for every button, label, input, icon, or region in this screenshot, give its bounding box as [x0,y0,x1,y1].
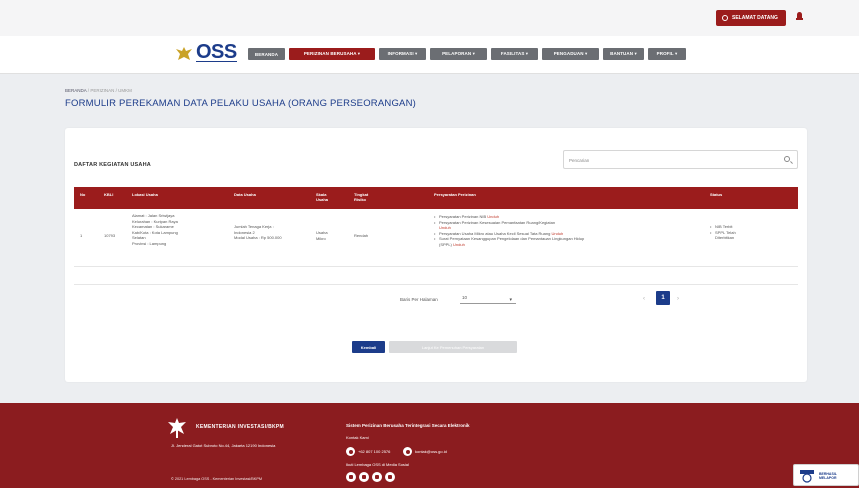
rows-per-page-select[interactable]: 10 ▾ [460,293,516,304]
breadcrumb: BERANDA / PERIZINAN / UMKM [65,88,132,93]
cell-no: 1 [80,233,83,238]
col-data-usaha: Data Usaha [234,192,256,197]
footer-heading: Sistem Perizinan Berusaha Terintegrasi S… [346,423,470,428]
col-risiko: Tingkat Risiko [354,192,369,202]
nav-beranda[interactable]: BERANDA [248,48,285,60]
footer-org-name: KEMENTERIAN INVESTASI/BKPM [196,424,284,430]
nav-bantuan[interactable]: BANTUAN ▾ [603,48,644,60]
table-empty-row [74,266,798,285]
list-item: Surat Pernyataan Kesanggupan Pengelolaan… [434,236,704,242]
pagination-prev-button[interactable]: ‹ [643,296,645,302]
rows-per-page-label: Baris Per Halaman [400,297,438,302]
nav-profil[interactable]: PROFIL ▾ [648,48,686,60]
garuda-logo-icon [176,47,192,60]
search-box [563,150,798,169]
badge-text: BERHASIL MELAPOR [819,472,837,480]
footer-address: Jl. Jenderal Gatot Subroto No.44, Jakart… [171,443,276,448]
search-icon[interactable] [784,156,790,162]
unduh-link[interactable]: Unduh [453,242,465,247]
ministry-logo-icon [168,418,186,438]
lapor-badge[interactable]: BERHASIL MELAPOR [793,464,859,486]
footer-social-label: Ikuti Lembaga OSS di Media Sosial [346,462,409,467]
footer: KEMENTERIAN INVESTASI/BKPM Jl. Jenderal … [0,403,859,488]
col-lokasi: Lokasi Usaha [132,192,158,197]
report-icon [800,470,814,483]
unduh-link[interactable]: Unduh [487,214,499,219]
section-title: DAFTAR KEGIATAN USAHA [74,162,151,168]
footer-phone[interactable]: +62 807 100 2576 [346,447,390,456]
table-row: 1 10793 Alamat : Jalan Sriwijaya Kelurah… [74,209,798,267]
youtube-icon[interactable] [385,472,395,482]
table-header: No KBLI Lokasi Usaha Data Usaha Skala Us… [74,187,798,209]
col-no: No [80,192,86,197]
cell-skala: Usaha Mikro [316,230,328,241]
chevron-down-icon: ▾ [509,297,512,303]
col-persyaratan: Persyaratan Perizinan [434,192,476,197]
user-menu-button[interactable]: SELAMAT DATANG [716,10,786,26]
kegiatan-usaha-table: No KBLI Lokasi Usaha Data Usaha Skala Us… [74,187,798,267]
page-title: FORMULIR PEREKAMAN DATA PELAKU USAHA (OR… [65,98,417,109]
list-item: Persyaratan Perizinan Kesesuaian Pemanfa… [434,220,704,226]
breadcrumb-home[interactable]: BERANDA [65,88,87,93]
nav-pengaduan[interactable]: PENGADUAN ▾ [542,48,599,60]
user-menu-label: SELAMAT DATANG [732,15,778,21]
list-item: SPPL Telah [710,230,790,236]
nav-perizinan-berusaha[interactable]: PERIZINAN BERUSAHA ▾ [289,48,375,60]
nav-pelaporan[interactable]: PELAPORAN ▾ [430,48,487,60]
instagram-icon[interactable] [372,472,382,482]
oss-logo[interactable]: OSS [196,41,237,64]
footer-email[interactable]: kontak@oss.go.id [403,447,447,456]
unduh-link[interactable]: Unduh [551,231,563,236]
phone-icon [346,447,355,456]
col-kbli: KBLI [104,192,114,197]
nav-informasi[interactable]: INFORMASI ▾ [379,48,426,60]
cell-risiko: Rendah [354,233,369,238]
email-icon [403,447,412,456]
bell-icon[interactable] [796,11,803,20]
main-navbar: OSS BERANDA PERIZINAN BERUSAHA ▾ INFORMA… [0,36,859,74]
cell-data-usaha: Jumlah Tenaga Kerja : Indonesia 2 Modal … [234,224,282,241]
col-status: Status [710,192,723,197]
col-skala: Skala Usaha [316,192,329,202]
cell-kbli: 10793 [104,233,116,238]
footer-copyright: © 2021 Lembaga OSS - Kementerian Investa… [171,477,263,481]
breadcrumb-current: UMKM [118,88,132,93]
facebook-icon[interactable] [346,472,356,482]
pagination-page-1[interactable]: 1 [656,291,670,305]
pagination-next-button[interactable]: › [677,296,679,302]
cell-persyaratan: Persyaratan Perizinan NIB Unduh Persyara… [434,214,704,248]
cell-lokasi: Alamat : Jalan Sriwijaya Kelurahan : Kur… [132,213,178,246]
next-requirements-button[interactable]: Lanjut Ke Pemenuhan Persyaratan [389,341,517,353]
top-bar: SELAMAT DATANG [0,0,859,36]
cell-status: NIB Terbit SPPL Telah Diterbitkan [710,224,790,241]
user-icon [722,15,728,21]
back-button[interactable]: Kembali [352,341,385,353]
twitter-icon[interactable] [359,472,369,482]
breadcrumb-perizinan[interactable]: PERIZINAN [90,88,114,93]
footer-contact-label: Kontak Kami [346,435,369,440]
nav-fasilitas[interactable]: FASILITAS ▾ [491,48,538,60]
search-input[interactable] [569,156,769,164]
